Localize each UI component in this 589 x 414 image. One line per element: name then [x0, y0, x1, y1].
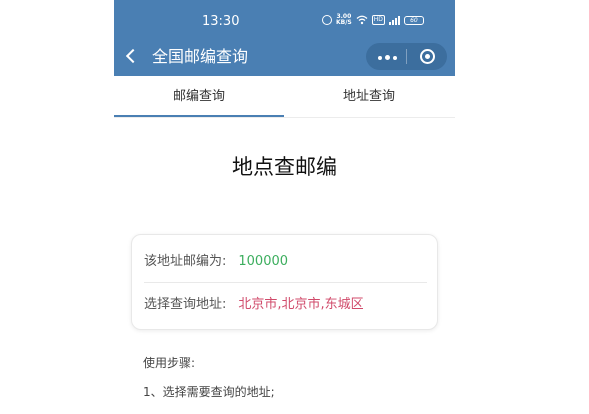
- address-row[interactable]: 选择查询地址: 北京市,北京市,东城区: [144, 296, 364, 314]
- wifi-icon: [356, 15, 368, 25]
- back-icon[interactable]: [125, 48, 141, 64]
- result-card: 该地址邮编为: 100000 选择查询地址: 北京市,北京市,东城区: [131, 234, 438, 330]
- status-bar: 13:30 3.00 KB/S HD 60: [114, 0, 455, 40]
- signal-icon: [388, 15, 400, 25]
- capsule-divider: [406, 49, 407, 64]
- battery-icon: 60: [403, 15, 424, 25]
- address-label: 选择查询地址:: [144, 297, 227, 312]
- page-title: 全国邮编查询: [152, 47, 249, 66]
- instructions-title: 使用步骤:: [143, 356, 196, 370]
- postcode-value: 100000: [238, 254, 289, 269]
- tab-address-search[interactable]: 地址查询: [284, 76, 454, 117]
- status-icons: 3.00 KB/S HD 60: [322, 13, 424, 27]
- miniprogram-capsule: [366, 43, 447, 70]
- network-speed-unit: KB/S: [336, 19, 352, 26]
- close-icon[interactable]: [420, 49, 435, 64]
- section-heading: 地点查邮编: [232, 155, 337, 179]
- alarm-icon: [322, 15, 332, 25]
- status-time: 13:30: [202, 14, 240, 29]
- more-icon[interactable]: [378, 55, 397, 60]
- network-speed: 3.00 KB/S: [336, 14, 352, 26]
- hd-badge: HD: [371, 15, 385, 25]
- tab-active-indicator: [114, 115, 284, 117]
- instruction-step: 1、选择需要查询的地址;: [143, 385, 275, 399]
- postcode-label: 该地址邮编为:: [144, 254, 227, 269]
- phone-screen: 13:30 3.00 KB/S HD 60 全国邮编查询 邮编查询 地址查询 地…: [114, 0, 455, 414]
- postcode-row: 该地址邮编为: 100000: [144, 253, 288, 271]
- app-header: 全国邮编查询: [114, 40, 455, 76]
- card-divider: [144, 282, 427, 283]
- tab-postcode-search[interactable]: 邮编查询: [114, 76, 284, 117]
- address-picker[interactable]: 北京市,北京市,东城区: [238, 297, 363, 312]
- tab-bar: 邮编查询 地址查询: [114, 76, 455, 118]
